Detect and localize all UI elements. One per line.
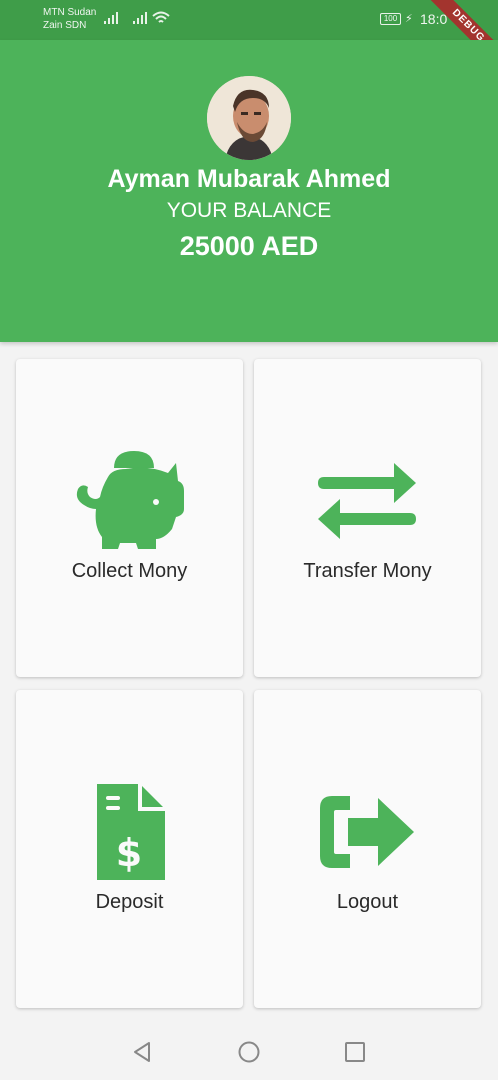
home-icon[interactable]: [238, 1041, 260, 1063]
piggy-bank-icon: [76, 451, 184, 549]
signal-icon: [104, 12, 118, 24]
carrier-name-1: MTN Sudan: [43, 7, 97, 18]
transfer-money-label: Transfer Mony: [303, 560, 432, 582]
deposit-label: Deposit: [95, 891, 164, 913]
profile-header: Ayman Mubarak Ahmed YOUR BALANCE 25000 A…: [0, 40, 498, 342]
logout-card[interactable]: Logout: [254, 690, 481, 1008]
avatar-image: [207, 76, 291, 160]
deposit-card[interactable]: $ Deposit: [16, 690, 243, 1008]
system-nav-bar: [0, 1018, 498, 1080]
sign-out-icon: [320, 796, 414, 868]
carrier-name-2: Zain SDN: [43, 20, 87, 31]
collect-money-card[interactable]: Collect Mony: [16, 359, 243, 677]
user-name: Ayman Mubarak Ahmed: [107, 165, 391, 193]
recents-icon[interactable]: [344, 1041, 366, 1063]
charging-icon: ⚡: [405, 13, 413, 25]
transfer-money-card[interactable]: Transfer Mony: [254, 359, 481, 677]
collect-money-label: Collect Mony: [71, 560, 188, 582]
wifi-icon: [152, 11, 170, 23]
back-icon[interactable]: [131, 1041, 153, 1063]
avatar[interactable]: [207, 76, 291, 160]
balance-label: YOUR BALANCE: [166, 199, 332, 222]
exchange-arrows-icon: [318, 463, 416, 539]
balance-amount: 25000 AED: [179, 231, 319, 261]
signal-icon: [133, 12, 147, 24]
logout-label: Logout: [336, 891, 399, 913]
svg-text:$: $: [116, 831, 142, 875]
invoice-dollar-icon: $: [97, 784, 165, 880]
battery-indicator: 100: [380, 13, 401, 25]
